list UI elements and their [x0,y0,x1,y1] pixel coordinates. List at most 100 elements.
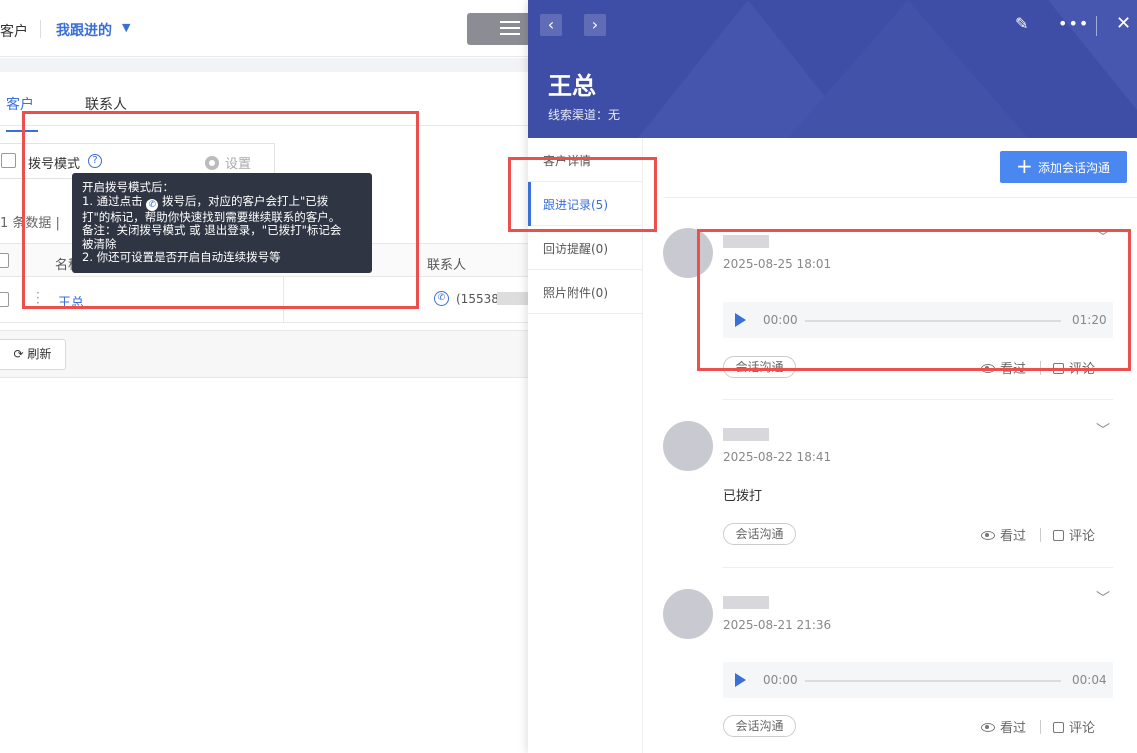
comment-label: 评论 [1069,362,1096,377]
page-crumb: 客户 [0,24,28,40]
tooltip-text: 拨号后，对应的客户会打上"已拨 [161,193,329,208]
chevron-down-icon[interactable]: ▼ [122,21,130,34]
seen-button[interactable]: 看过 [981,717,1026,736]
comment-icon [1053,530,1064,541]
add-conversation-button[interactable]: + 添加会话沟通 [1000,151,1127,183]
seen-label: 看过 [1000,529,1027,544]
question-icon[interactable]: ? [88,154,102,168]
section-gap [0,58,530,72]
dial-settings-label: 设置 [225,157,252,172]
seen-label: 看过 [1000,362,1027,377]
close-icon[interactable]: ✕ [1116,13,1131,34]
tooltip-line: 打"的标记，帮助你快速找到需要继续联系的客户。 [82,209,341,224]
drawer-title: 王总 [548,72,596,100]
chevron-down-icon[interactable]: ﹀ [1096,227,1110,247]
dial-mode-checkbox[interactable] [1,153,16,168]
customer-list-page: 客户 我跟进的 ▼ 客户 联系人 拨号模式 ? 设置 开启拨号模式后： 1. 通… [0,0,537,753]
nav-follow-up-records[interactable]: 跟进记录(5) [528,182,642,226]
list-tabs: 客户 联系人 [0,72,530,132]
action-divider [1040,361,1041,375]
chevron-down-icon[interactable]: ﹀ [1096,588,1110,608]
tooltip-line: 备注：关闭拨号模式 或 退出登录，"已拨打"标记会 [82,223,342,237]
add-conversation-label: 添加会话沟通 [1038,161,1111,175]
drawer-side-nav: 客户详情 跟进记录(5) 回访提醒(0) 照片附件(0) [528,138,643,753]
eye-icon [981,723,995,732]
audio-player: 00:00 00:04 [723,662,1113,698]
comment-icon [1053,363,1064,374]
avatar [663,421,713,471]
nav-photo-attachments[interactable]: 照片附件(0) [528,270,642,314]
record-count: 1 条数据 | [0,216,60,231]
follow-up-panel: + 添加会话沟通 2025-08-25 18:01 ﹀ 00:00 01:20 会… [663,138,1137,753]
audio-progress-track[interactable] [805,320,1061,322]
seen-button[interactable]: 看过 [981,525,1026,544]
tooltip-text: 1. 通过点击 [82,193,143,208]
select-all-checkbox[interactable] [0,253,9,268]
masked-phone-digits [497,292,530,305]
action-divider [1040,720,1041,734]
comment-icon [1053,722,1064,733]
masked-user-name [723,235,769,248]
record-time: 2025-08-22 18:41 [723,450,832,464]
action-divider [1040,528,1041,542]
nav-customer-details[interactable]: 客户详情 [528,138,642,182]
gear-icon [205,156,219,170]
lead-source: 线索渠道：无 [548,108,621,122]
top-bar: 客户 我跟进的 ▼ [0,0,537,57]
tab-contacts[interactable]: 联系人 [85,94,127,114]
divider [663,197,1137,198]
record-time: 2025-08-21 21:36 [723,618,832,632]
drawer-header: ‹ › ✎ ••• ✕ 王总 线索渠道：无 [528,0,1137,138]
eye-icon [981,364,995,373]
chevron-right-icon[interactable]: › [584,14,606,36]
list-view-button[interactable] [467,13,537,45]
list-footer: ⟳ 刷新 [0,330,530,378]
scope-selector[interactable]: 我跟进的 [56,20,112,40]
tooltip-line: 2. 你还可设置是否开启自动连续拨号等 [82,250,281,264]
chevron-left-icon[interactable]: ‹ [540,14,562,36]
column-contact[interactable]: 联系人 [427,254,466,273]
phone-icon[interactable]: ✆ [434,291,449,306]
edit-icon[interactable]: ✎ [1015,14,1028,33]
tab-customers[interactable]: 客户 [6,94,38,132]
tooltip-line: 1. 通过点击 ✆ 拨号后，对应的客户会打上"已拨 [82,193,362,211]
avatar [663,228,713,278]
tag-chip: 会话沟通 [723,356,796,378]
more-icon[interactable]: ••• [1058,14,1089,33]
tag-chip: 会话沟通 [723,523,796,545]
dial-settings-button[interactable]: 设置 [205,153,251,172]
row-checkbox[interactable] [0,292,9,307]
refresh-icon: ⟳ [13,347,28,361]
refresh-button[interactable]: ⟳ 刷新 [0,339,66,370]
row-customer-name[interactable]: 王总 [58,292,84,311]
play-icon[interactable] [735,313,746,327]
record-text: 已拨打 [723,489,763,504]
comment-button[interactable]: 评论 [1053,525,1095,544]
chevron-down-icon[interactable]: ﹀ [1096,420,1110,440]
row-more-icon[interactable]: · · · [36,287,40,309]
audio-duration: 00:04 [1072,673,1107,687]
dial-mode-label: 拨号模式 [28,157,81,172]
comment-button[interactable]: 评论 [1053,717,1095,736]
table-row[interactable]: · · · 王总 ✆ (155383 [0,277,530,323]
refresh-label: 刷新 [27,347,52,361]
record-time: 2025-08-25 18:01 [723,257,832,271]
masked-user-name [723,596,769,609]
comment-label: 评论 [1069,721,1096,736]
audio-player: 00:00 01:20 [723,302,1113,338]
customer-detail-drawer: ‹ › ✎ ••• ✕ 王总 线索渠道：无 客户详情 跟进记录(5) 回访提醒(… [528,0,1137,753]
masked-user-name [723,428,769,441]
dial-mode-tooltip: 开启拨号模式后： 1. 通过点击 ✆ 拨号后，对应的客户会打上"已拨 打"的标记… [72,173,372,273]
list-view-icon [500,21,520,37]
audio-duration: 01:20 [1072,313,1107,327]
divider [40,20,41,38]
audio-current-time: 00:00 [763,313,798,327]
phone-icon: ✆ [146,198,159,211]
tooltip-line: 开启拨号模式后： [82,180,174,194]
nav-revisit-reminders[interactable]: 回访提醒(0) [528,226,642,270]
audio-progress-track[interactable] [805,680,1061,682]
audio-current-time: 00:00 [763,673,798,687]
play-icon[interactable] [735,673,746,687]
comment-button[interactable]: 评论 [1053,358,1095,377]
seen-button[interactable]: 看过 [981,358,1026,377]
